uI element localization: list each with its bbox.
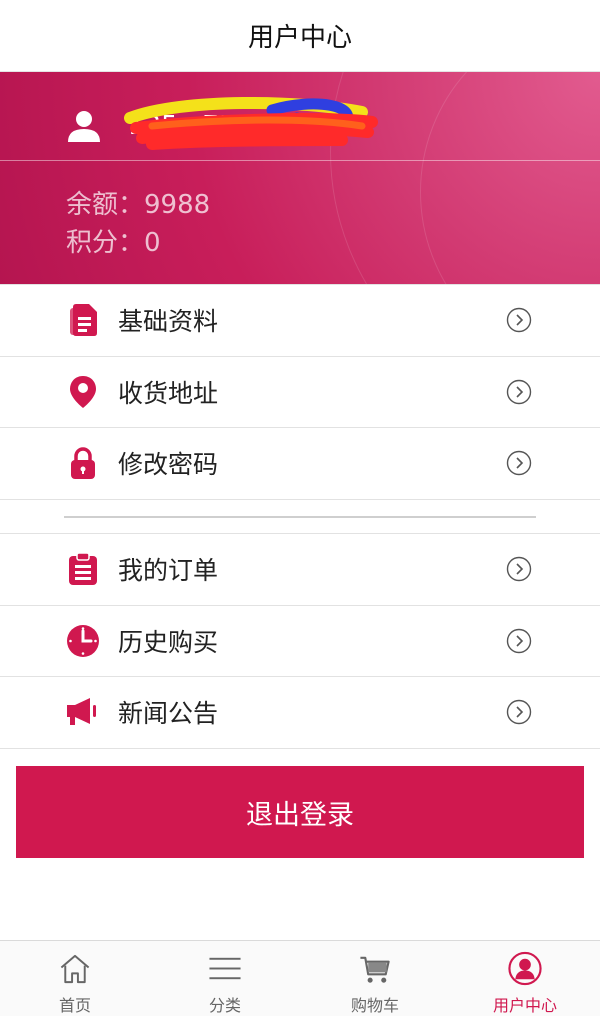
tab-label: 用户中心 bbox=[492, 996, 557, 1015]
section-divider bbox=[64, 516, 536, 518]
user-icon bbox=[68, 111, 100, 142]
menu-item-label: 新闻公告 bbox=[118, 699, 219, 729]
menu-item-shipping-address[interactable]: 收货地址 bbox=[0, 356, 600, 428]
menu-item-basic-info[interactable]: 基础资料 bbox=[0, 285, 600, 357]
document-icon bbox=[66, 303, 100, 337]
top-header: 用户中心 bbox=[0, 0, 600, 72]
orders-menu: 我的订单 历史购买 新闻公告 bbox=[0, 533, 600, 749]
menu-item-label: 收货地址 bbox=[118, 378, 219, 408]
tab-user-center[interactable]: 用户中心 bbox=[450, 941, 600, 1016]
username: 135...75 bbox=[124, 96, 378, 150]
tab-label: 分类 bbox=[208, 996, 241, 1015]
menu-item-label: 基础资料 bbox=[118, 307, 219, 337]
tab-cart[interactable]: 购物车 bbox=[300, 941, 450, 1016]
megaphone-icon bbox=[66, 695, 100, 729]
clipboard-icon bbox=[66, 552, 100, 586]
points-text: 积分：0 bbox=[66, 228, 161, 258]
chevron-right-icon bbox=[506, 308, 532, 333]
menu-item-label: 修改密码 bbox=[118, 450, 219, 480]
bottom-tab-bar: 首页 分类 购物车 用户中心 bbox=[0, 940, 600, 1016]
page-title: 用户中心 bbox=[247, 23, 352, 53]
chevron-right-icon bbox=[506, 700, 532, 725]
redaction-scribble bbox=[124, 96, 378, 150]
banner-decoration bbox=[420, 72, 600, 284]
menu-item-change-password[interactable]: 修改密码 bbox=[0, 428, 600, 500]
cart-icon bbox=[360, 956, 390, 983]
menu-item-label: 我的订单 bbox=[118, 556, 219, 586]
account-menu: 基础资料 收货地址 修改密码 bbox=[0, 284, 600, 500]
menu-lines-icon bbox=[209, 957, 241, 980]
menu-item-label: 历史购买 bbox=[118, 627, 219, 657]
home-icon bbox=[60, 954, 90, 984]
menu-item-my-orders[interactable]: 我的订单 bbox=[0, 534, 600, 606]
user-row[interactable]: 135...75 bbox=[66, 96, 378, 156]
user-circle-icon bbox=[508, 951, 542, 986]
profile-banner: 135...75 余额：9988 积分：0 bbox=[0, 72, 600, 284]
clock-icon bbox=[66, 624, 100, 658]
tab-home[interactable]: 首页 bbox=[0, 941, 150, 1016]
menu-item-purchase-history[interactable]: 历史购买 bbox=[0, 605, 600, 677]
menu-item-news[interactable]: 新闻公告 bbox=[0, 677, 600, 749]
chevron-right-icon bbox=[506, 557, 532, 582]
banner-divider bbox=[0, 160, 600, 161]
chevron-right-icon bbox=[506, 451, 532, 476]
chevron-right-icon bbox=[506, 379, 532, 404]
lock-icon bbox=[66, 446, 100, 480]
location-pin-icon bbox=[66, 375, 100, 409]
tab-label: 首页 bbox=[58, 996, 91, 1015]
chevron-right-icon bbox=[506, 628, 532, 653]
tab-label: 购物车 bbox=[350, 996, 399, 1015]
logout-button[interactable]: 退出登录 bbox=[16, 766, 584, 858]
tab-category[interactable]: 分类 bbox=[150, 941, 300, 1016]
balance-text: 余额：9988 bbox=[66, 190, 211, 220]
